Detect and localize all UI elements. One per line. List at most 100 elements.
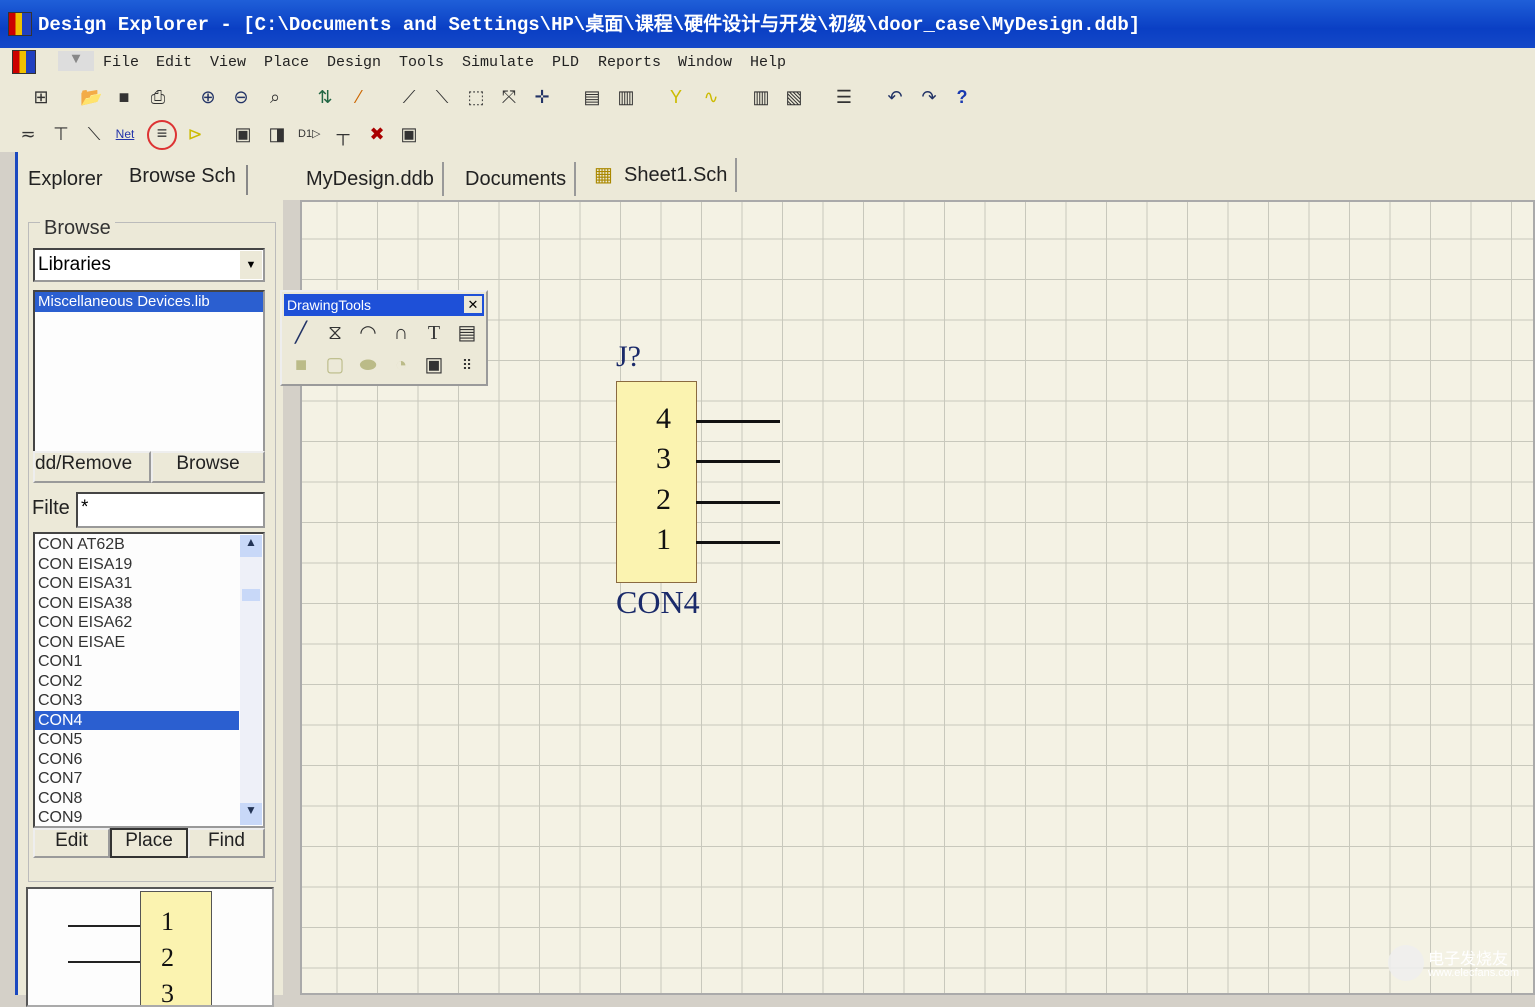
pin-line[interactable] <box>696 460 780 463</box>
graphic-icon[interactable]: ▣ <box>421 352 447 378</box>
pld-icon[interactable]: ▥ <box>750 86 772 108</box>
pin-line[interactable] <box>696 541 780 544</box>
component-item[interactable]: CON4 <box>35 710 239 730</box>
place-part-icon[interactable]: ⊳ <box>184 123 206 145</box>
open-icon[interactable]: 📂 <box>80 86 102 108</box>
scrollbar[interactable]: ▲ ▼ <box>240 535 262 825</box>
menu-pld[interactable]: PLD <box>552 54 579 71</box>
polygon-icon[interactable]: ⧖ <box>322 320 348 346</box>
move-icon[interactable]: ✛ <box>531 86 553 108</box>
redo-icon[interactable]: ↷ <box>918 86 940 108</box>
sheet-symbol-icon[interactable]: ▣ <box>232 123 254 145</box>
find-button[interactable]: Find <box>188 828 265 858</box>
scroll-down-icon[interactable]: ▼ <box>240 803 262 825</box>
place-bus-icon[interactable]: ⊤ <box>50 123 72 145</box>
component-list[interactable]: CON AT62B CON EISA19 CON EISA31 CON EISA38 C… <box>33 532 265 828</box>
menu-file[interactable]: File <box>103 54 139 71</box>
component-item[interactable]: CON7 <box>35 769 239 789</box>
library-list[interactable]: Miscellaneous Devices.lib <box>33 290 265 454</box>
component-item[interactable]: CON1 <box>35 652 239 672</box>
browse-library-icon[interactable]: ▥ <box>615 86 637 108</box>
menu-tools[interactable]: Tools <box>399 54 444 71</box>
drawing-tools-titlebar[interactable]: DrawingTools ✕ <box>284 294 484 316</box>
cross-probe-icon[interactable]: ⁄ <box>348 86 370 108</box>
bus-icon[interactable]: ⟍ <box>431 86 453 108</box>
tab-mydesign-ddb[interactable]: MyDesign.ddb <box>298 162 444 196</box>
library-icon[interactable]: ▤ <box>581 86 603 108</box>
bezier-icon[interactable]: ∩ <box>388 320 414 346</box>
component-item[interactable]: CON AT62B <box>35 535 239 555</box>
bus-entry-icon[interactable]: ⟍ <box>83 123 105 145</box>
menu-window[interactable]: Window <box>678 54 732 71</box>
save-icon[interactable]: ■ <box>113 86 135 108</box>
component-item[interactable]: CON6 <box>35 750 239 770</box>
tab-sheet1-sch[interactable]: ▦ Sheet1.Sch <box>588 158 738 192</box>
library-item[interactable]: Miscellaneous Devices.lib <box>35 292 263 312</box>
ellipse-icon[interactable]: ⬬ <box>355 352 381 378</box>
component-item[interactable]: CON EISA31 <box>35 574 239 594</box>
component-item[interactable]: CON EISAE <box>35 633 239 653</box>
pin-line[interactable] <box>696 501 780 504</box>
net-label-icon[interactable]: Net <box>114 123 136 145</box>
no-erc-icon[interactable]: ✖ <box>366 123 388 145</box>
scroll-thumb[interactable] <box>242 589 260 601</box>
hierarchy-icon[interactable]: ⇅ <box>314 86 336 108</box>
menu-place[interactable]: Place <box>264 54 309 71</box>
close-icon[interactable]: ✕ <box>464 296 482 313</box>
component-item[interactable]: CON5 <box>35 730 239 750</box>
tab-explorer[interactable]: Explorer <box>28 168 102 191</box>
add-remove-button[interactable]: dd/Remove <box>33 451 151 483</box>
port-icon[interactable]: D1▷ <box>298 123 321 145</box>
tab-browse-sch[interactable]: Browse Sch <box>129 165 248 195</box>
text-icon[interactable]: T <box>421 320 447 346</box>
simulate-icon[interactable]: ∿ <box>700 86 722 108</box>
undo-icon[interactable]: ↶ <box>884 86 906 108</box>
designator[interactable]: J? <box>616 340 641 374</box>
part-name[interactable]: CON4 <box>616 584 700 621</box>
print-icon[interactable]: ⎙ <box>147 86 169 108</box>
place-wire-icon[interactable]: ≂ <box>17 123 39 145</box>
pie-icon[interactable]: ◔ <box>388 352 414 378</box>
menu-view[interactable]: View <box>210 54 246 71</box>
menu-simulate[interactable]: Simulate <box>462 54 534 71</box>
component-item[interactable]: CON EISA62 <box>35 613 239 633</box>
edit-button[interactable]: Edit <box>33 828 110 858</box>
component-item[interactable]: CON EISA19 <box>35 555 239 575</box>
chevron-down-icon[interactable]: ▼ <box>240 251 262 279</box>
help-icon[interactable]: ? <box>951 86 973 108</box>
filter-input[interactable]: * <box>76 492 265 528</box>
wire-icon[interactable]: ⟋ <box>398 86 420 108</box>
menu-design[interactable]: Design <box>327 54 381 71</box>
junction-icon[interactable]: ┬ <box>332 123 354 145</box>
menu-help[interactable]: Help <box>750 54 786 71</box>
align-icon[interactable]: ☰ <box>833 86 855 108</box>
pin-line[interactable] <box>696 420 780 423</box>
component-item[interactable]: CON EISA38 <box>35 594 239 614</box>
component-item[interactable]: CON3 <box>35 691 239 711</box>
line-icon[interactable]: ╱ <box>288 320 314 346</box>
array-icon[interactable]: ⠿ <box>454 352 480 378</box>
text-frame-icon[interactable]: ▤ <box>454 320 480 346</box>
browse-select[interactable]: Libraries ▼ <box>33 248 265 282</box>
pcb-layout-directive-icon[interactable]: ▣ <box>398 123 420 145</box>
zoom-out-icon[interactable]: ⊖ <box>230 86 252 108</box>
component-item[interactable]: CON9 <box>35 808 239 826</box>
place-button[interactable]: Place <box>110 828 188 858</box>
browse-button[interactable]: Browse <box>151 451 265 483</box>
deselect-icon[interactable]: ⤧ <box>498 86 520 108</box>
rectangle-icon[interactable]: ■ <box>288 352 314 378</box>
probe-icon[interactable]: Y <box>665 86 687 108</box>
sheet-entry-icon[interactable]: ◨ <box>266 123 288 145</box>
component-item[interactable]: CON8 <box>35 789 239 809</box>
scroll-up-icon[interactable]: ▲ <box>240 535 262 557</box>
menu-edit[interactable]: Edit <box>156 54 192 71</box>
power-port-icon[interactable]: ≡ <box>147 120 177 150</box>
rounded-rectangle-icon[interactable]: ▢ <box>322 352 348 378</box>
zoom-in-icon[interactable]: ⊕ <box>197 86 219 108</box>
component-item[interactable]: CON2 <box>35 672 239 692</box>
design-manager-icon[interactable]: ⊞ <box>30 86 52 108</box>
arc-icon[interactable]: ◠ <box>355 320 381 346</box>
menu-reports[interactable]: Reports <box>598 54 661 71</box>
select-icon[interactable]: ⬚ <box>465 86 487 108</box>
pld-compile-icon[interactable]: ▧ <box>783 86 805 108</box>
